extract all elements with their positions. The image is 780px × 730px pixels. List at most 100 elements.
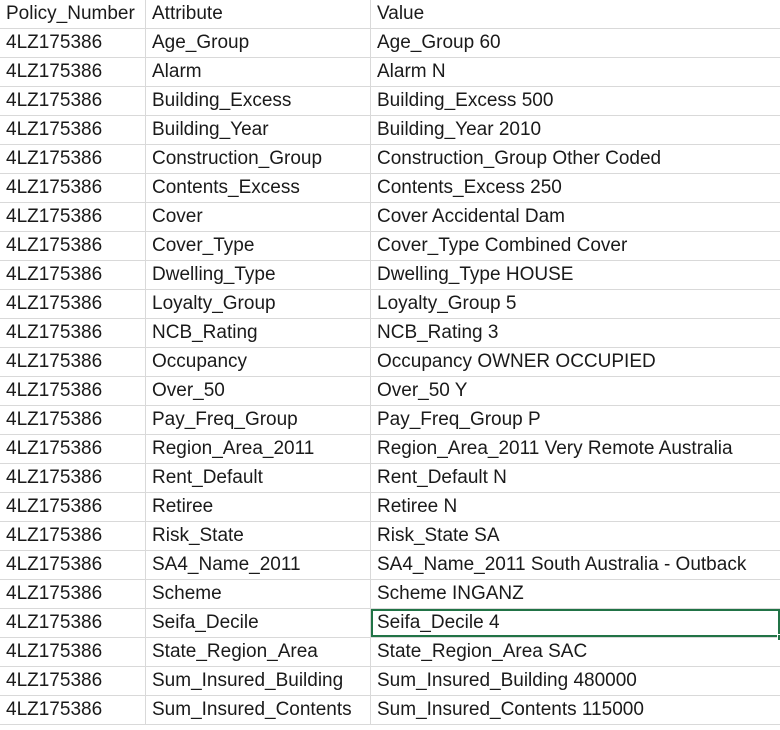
table-row: 4LZ175386 Age_Group Age_Group 60 (0, 29, 780, 58)
cell-value[interactable]: Over_50 Y (371, 377, 780, 405)
cell-attribute[interactable]: Scheme (146, 580, 371, 608)
cell-value[interactable]: Dwelling_Type HOUSE (371, 261, 780, 289)
cell-value[interactable]: Risk_State SA (371, 522, 780, 550)
cell-attribute[interactable]: Risk_State (146, 522, 371, 550)
cell-policy-number[interactable]: 4LZ175386 (0, 551, 146, 579)
table-row: 4LZ175386 NCB_Rating NCB_Rating 3 (0, 319, 780, 348)
cell-policy-number[interactable]: 4LZ175386 (0, 464, 146, 492)
table-row: 4LZ175386 Cover Cover Accidental Dam (0, 203, 780, 232)
cell-policy-number[interactable]: 4LZ175386 (0, 522, 146, 550)
header-cell-value[interactable]: Value (371, 0, 780, 28)
cell-value[interactable]: Region_Area_2011 Very Remote Australia (371, 435, 780, 463)
cell-attribute[interactable]: Construction_Group (146, 145, 371, 173)
cell-value[interactable]: Pay_Freq_Group P (371, 406, 780, 434)
cell-value[interactable]: Building_Year 2010 (371, 116, 780, 144)
cell-policy-number[interactable]: 4LZ175386 (0, 290, 146, 318)
header-cell-policy-number[interactable]: Policy_Number (0, 0, 146, 28)
cell-policy-number[interactable]: 4LZ175386 (0, 58, 146, 86)
cell-attribute[interactable]: Occupancy (146, 348, 371, 376)
cell-attribute[interactable]: Contents_Excess (146, 174, 371, 202)
cell-attribute[interactable]: SA4_Name_2011 (146, 551, 371, 579)
cell-policy-number[interactable]: 4LZ175386 (0, 203, 146, 231)
cell-attribute[interactable]: Building_Excess (146, 87, 371, 115)
cell-attribute[interactable]: Retiree (146, 493, 371, 521)
cell-value-selected[interactable]: Seifa_Decile 4 (371, 609, 780, 641)
table-row: 4LZ175386 SA4_Name_2011 SA4_Name_2011 Sout… (0, 551, 780, 580)
table-row: 4LZ175386 Loyalty_Group Loyalty_Group 5 (0, 290, 780, 319)
cell-attribute[interactable]: Pay_Freq_Group (146, 406, 371, 434)
cell-policy-number[interactable]: 4LZ175386 (0, 319, 146, 347)
cell-value[interactable]: Age_Group 60 (371, 29, 780, 57)
table-row: 4LZ175386 Rent_Default Rent_Default N (0, 464, 780, 493)
data-rows: 4LZ175386 Age_Group Age_Group 60 4LZ175386 A… (0, 29, 780, 725)
cell-value[interactable]: Sum_Insured_Contents 115000 (371, 696, 780, 724)
table-row: 4LZ175386 Scheme Scheme INGANZ (0, 580, 780, 609)
table-row: 4LZ175386 Seifa_Decile Seifa_Decile 4 (0, 609, 780, 641)
cell-attribute[interactable]: Seifa_Decile (146, 609, 371, 637)
cell-policy-number[interactable]: 4LZ175386 (0, 87, 146, 115)
cell-policy-number[interactable]: 4LZ175386 (0, 638, 146, 666)
cell-attribute[interactable]: NCB_Rating (146, 319, 371, 347)
cell-policy-number[interactable]: 4LZ175386 (0, 377, 146, 405)
table-row: 4LZ175386 Building_Year Building_Year 2010 (0, 116, 780, 145)
cell-value[interactable]: Scheme INGANZ (371, 580, 780, 608)
header-row: Policy_Number Attribute Value (0, 0, 780, 29)
cell-policy-number[interactable]: 4LZ175386 (0, 667, 146, 695)
cell-attribute[interactable]: Cover_Type (146, 232, 371, 260)
cell-value[interactable]: Contents_Excess 250 (371, 174, 780, 202)
cell-value[interactable]: Construction_Group Other Coded (371, 145, 780, 173)
table-row: 4LZ175386 Alarm Alarm N (0, 58, 780, 87)
cell-attribute[interactable]: Cover (146, 203, 371, 231)
cell-attribute[interactable]: Age_Group (146, 29, 371, 57)
header-cell-attribute[interactable]: Attribute (146, 0, 371, 28)
cell-policy-number[interactable]: 4LZ175386 (0, 435, 146, 463)
cell-attribute[interactable]: State_Region_Area (146, 638, 371, 666)
table-row: 4LZ175386 Cover_Type Cover_Type Combined C… (0, 232, 780, 261)
spreadsheet-grid: Policy_Number Attribute Value 4LZ175386 A… (0, 0, 780, 730)
cell-policy-number[interactable]: 4LZ175386 (0, 609, 146, 637)
cell-policy-number[interactable]: 4LZ175386 (0, 232, 146, 260)
cell-policy-number[interactable]: 4LZ175386 (0, 116, 146, 144)
cell-value[interactable]: Sum_Insured_Building 480000 (371, 667, 780, 695)
cell-value[interactable]: Loyalty_Group 5 (371, 290, 780, 318)
cell-policy-number[interactable]: 4LZ175386 (0, 145, 146, 173)
cell-value[interactable]: NCB_Rating 3 (371, 319, 780, 347)
cell-policy-number[interactable]: 4LZ175386 (0, 174, 146, 202)
table-row: 4LZ175386 Sum_Insured_Contents Sum_Insured… (0, 696, 780, 725)
cell-attribute[interactable]: Dwelling_Type (146, 261, 371, 289)
table-row: 4LZ175386 Occupancy Occupancy OWNER OCCUPI… (0, 348, 780, 377)
cell-value[interactable]: Cover Accidental Dam (371, 203, 780, 231)
cell-attribute[interactable]: Rent_Default (146, 464, 371, 492)
cell-attribute[interactable]: Sum_Insured_Contents (146, 696, 371, 724)
cell-attribute[interactable]: Building_Year (146, 116, 371, 144)
table-row: 4LZ175386 Construction_Group Construction_… (0, 145, 780, 174)
cell-value[interactable]: Occupancy OWNER OCCUPIED (371, 348, 780, 376)
cell-attribute[interactable]: Region_Area_2011 (146, 435, 371, 463)
table-row: 4LZ175386 Sum_Insured_Building Sum_Insured… (0, 667, 780, 696)
cell-policy-number[interactable]: 4LZ175386 (0, 348, 146, 376)
cell-value[interactable]: Cover_Type Combined Cover (371, 232, 780, 260)
cell-value[interactable]: State_Region_Area SAC (371, 638, 780, 666)
table-row: 4LZ175386 State_Region_Area State_Region_A… (0, 638, 780, 667)
cell-value[interactable]: Rent_Default N (371, 464, 780, 492)
cell-policy-number[interactable]: 4LZ175386 (0, 493, 146, 521)
table-row: 4LZ175386 Risk_State Risk_State SA (0, 522, 780, 551)
table-row: 4LZ175386 Region_Area_2011 Region_Area_201… (0, 435, 780, 464)
cell-value[interactable]: Alarm N (371, 58, 780, 86)
cell-policy-number[interactable]: 4LZ175386 (0, 580, 146, 608)
cell-policy-number[interactable]: 4LZ175386 (0, 406, 146, 434)
table-row: 4LZ175386 Contents_Excess Contents_Excess … (0, 174, 780, 203)
table-row: 4LZ175386 Pay_Freq_Group Pay_Freq_Group P (0, 406, 780, 435)
cell-attribute[interactable]: Sum_Insured_Building (146, 667, 371, 695)
cell-value[interactable]: Building_Excess 500 (371, 87, 780, 115)
table-row: 4LZ175386 Retiree Retiree N (0, 493, 780, 522)
cell-policy-number[interactable]: 4LZ175386 (0, 29, 146, 57)
cell-value[interactable]: Retiree N (371, 493, 780, 521)
cell-policy-number[interactable]: 4LZ175386 (0, 261, 146, 289)
cell-value[interactable]: SA4_Name_2011 South Australia - Outback (371, 551, 780, 579)
cell-attribute[interactable]: Alarm (146, 58, 371, 86)
table-row: 4LZ175386 Building_Excess Building_Excess … (0, 87, 780, 116)
cell-attribute[interactable]: Loyalty_Group (146, 290, 371, 318)
cell-attribute[interactable]: Over_50 (146, 377, 371, 405)
cell-policy-number[interactable]: 4LZ175386 (0, 696, 146, 724)
